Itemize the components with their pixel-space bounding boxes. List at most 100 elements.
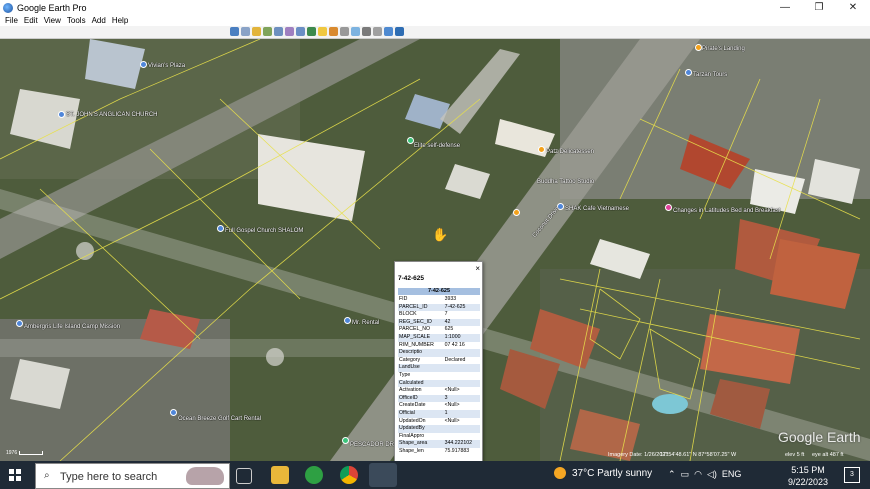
- attribute-row: REG_SEC_ID 42: [398, 318, 480, 327]
- place-pin-icon[interactable]: [344, 317, 351, 324]
- close-button[interactable]: ✕: [836, 0, 870, 15]
- search-icon[interactable]: [230, 27, 239, 36]
- attribute-value: 42: [444, 318, 451, 325]
- maximize-button[interactable]: ❐: [802, 0, 836, 15]
- attribute-key: Type: [399, 371, 411, 378]
- menu-view[interactable]: View: [44, 16, 61, 25]
- status-line: Imagery Date: 1/26/2021 17°54'48.61" N 8…: [0, 450, 870, 461]
- tray-chevron-icon[interactable]: ⌃: [668, 469, 676, 479]
- attribute-key: FID: [399, 296, 408, 302]
- place-label-full-gospel-church[interactable]: Full Gospel Church SHALOM: [225, 228, 303, 234]
- place-pin-icon[interactable]: [342, 437, 349, 444]
- attribute-row: FinalAppro: [398, 433, 480, 441]
- place-label-ocean-breeze[interactable]: Ocean Breeze Golf Cart Rental: [178, 416, 261, 422]
- attribute-key: Descriptio: [399, 349, 423, 356]
- menu-tools[interactable]: Tools: [67, 16, 86, 25]
- attribute-key: Calculated: [399, 379, 424, 386]
- attribute-value: <Null>: [444, 402, 460, 409]
- sidebar-toggle-icon[interactable]: [241, 27, 250, 36]
- save-image-icon[interactable]: [373, 27, 382, 36]
- menu-help[interactable]: Help: [112, 16, 128, 25]
- attribute-key: BLOCK: [399, 311, 417, 318]
- print-icon[interactable]: [362, 27, 371, 36]
- placemark-icon[interactable]: [252, 27, 261, 36]
- notification-center-button[interactable]: 3: [844, 467, 860, 483]
- menu-add[interactable]: Add: [92, 16, 106, 25]
- attribute-row: BLOCK 7: [398, 311, 480, 319]
- balloon-title: 7-42-625: [398, 275, 425, 282]
- place-label-st-johns[interactable]: ST. JOHN'S ANGLICAN CHURCH: [66, 112, 158, 118]
- church-pin-icon[interactable]: [217, 225, 224, 232]
- task-view-icon[interactable]: [236, 468, 252, 484]
- place-label-mr-rental[interactable]: Mr. Rental: [352, 320, 379, 326]
- windows-logo-icon: [9, 469, 14, 474]
- sunlight-icon[interactable]: [318, 27, 327, 36]
- hotel-pin-icon[interactable]: [665, 204, 672, 211]
- place-label-tarzan-tours[interactable]: Tarzan Tours: [693, 72, 727, 78]
- polygon-icon[interactable]: [263, 27, 272, 36]
- weather-widget[interactable]: 37°C Partly sunny: [554, 467, 652, 479]
- taskbar-clock[interactable]: 5:15 PM 9/22/2023: [788, 464, 828, 488]
- menu-file[interactable]: File: [5, 16, 18, 25]
- attribute-key: Official: [399, 409, 415, 416]
- attribute-key: FinalAppro: [399, 432, 425, 439]
- attribute-value: 625: [444, 326, 454, 333]
- attribute-value: 1: [444, 409, 448, 416]
- place-pin-icon[interactable]: [513, 209, 520, 216]
- menu-edit[interactable]: Edit: [24, 16, 38, 25]
- place-pin-icon[interactable]: [695, 44, 702, 51]
- place-label-shak-cafe[interactable]: SHAK Cafe Vietnamese: [565, 206, 629, 212]
- place-label-vivians-plaza[interactable]: Vivian's Plaza: [148, 63, 185, 69]
- place-pin-icon[interactable]: [140, 61, 147, 68]
- church-pin-icon[interactable]: [58, 111, 65, 118]
- place-label-buddha-tattoo[interactable]: Buddha Tattoo Studio: [537, 179, 594, 185]
- historical-imagery-icon[interactable]: [307, 27, 316, 36]
- map-view[interactable]: Pirate's Landing Tarzan Tours ST. JOHN'S…: [0, 39, 870, 461]
- attribute-key: LandUse: [399, 364, 420, 371]
- attribute-value: Declared: [444, 356, 466, 363]
- attribute-key: RIM_NUMBER: [399, 341, 434, 348]
- ruler-icon[interactable]: [340, 27, 349, 36]
- place-pin-icon[interactable]: [16, 320, 23, 327]
- volume-icon[interactable]: ◁): [707, 469, 717, 479]
- attribute-key: Shape_area: [399, 440, 428, 447]
- language-indicator[interactable]: ENG: [722, 469, 742, 479]
- path-icon[interactable]: [274, 27, 283, 36]
- google-earth-taskbar-icon[interactable]: [369, 463, 397, 487]
- balloon-close-button[interactable]: ×: [475, 264, 480, 273]
- planets-icon[interactable]: [329, 27, 338, 36]
- taskbar-search-box[interactable]: ⌕ Type here to search: [35, 463, 230, 489]
- record-tour-icon[interactable]: [296, 27, 305, 36]
- attribute-key: MAP_SCALE: [399, 333, 431, 340]
- place-label-pirates-landing[interactable]: Pirate's Landing: [702, 46, 745, 52]
- window-title: Google Earth Pro: [17, 2, 87, 13]
- image-overlay-icon[interactable]: [285, 27, 294, 36]
- place-pin-icon[interactable]: [685, 69, 692, 76]
- email-icon[interactable]: [351, 27, 360, 36]
- network-icon[interactable]: ▭: [681, 469, 690, 479]
- place-pin-icon[interactable]: [170, 409, 177, 416]
- attribute-row: UpdatedOn <Null>: [398, 418, 480, 426]
- attribute-row: FID 3933: [398, 296, 480, 304]
- toolbar: [0, 26, 870, 39]
- upwork-icon[interactable]: [305, 466, 323, 484]
- attribute-key: Category: [399, 356, 421, 363]
- place-pin-icon[interactable]: [407, 137, 414, 144]
- place-label-changes-in-latitudes[interactable]: Changes in Latitudes Bed and Breakfast: [673, 208, 780, 214]
- attribute-value: <Null>: [444, 417, 460, 424]
- minimize-button[interactable]: —: [768, 0, 802, 15]
- attribute-table: FID 3933 PARCEL_ID 7-42-625 BLOCK 7 REG_SEC_ID…: [398, 296, 480, 455]
- place-label-ambergris-life[interactable]: Ambergris Life Island Camp Mission: [24, 324, 120, 330]
- attribute-row: UpdatedBy: [398, 425, 480, 433]
- place-label-elite-self-defense[interactable]: Elite self-defense: [414, 143, 460, 149]
- clock-time: 5:15 PM: [791, 465, 825, 475]
- chrome-icon[interactable]: [340, 466, 358, 484]
- food-pin-icon[interactable]: [538, 146, 545, 153]
- start-button[interactable]: [9, 469, 21, 481]
- file-explorer-icon[interactable]: [271, 466, 289, 484]
- earth-gallery-icon[interactable]: [395, 27, 404, 36]
- wifi-icon[interactable]: ◠: [694, 469, 702, 479]
- place-label-patz-delicatessen[interactable]: Patz Delicatessen: [546, 149, 594, 155]
- google-maps-icon[interactable]: [384, 27, 393, 36]
- attribute-value: [444, 380, 480, 388]
